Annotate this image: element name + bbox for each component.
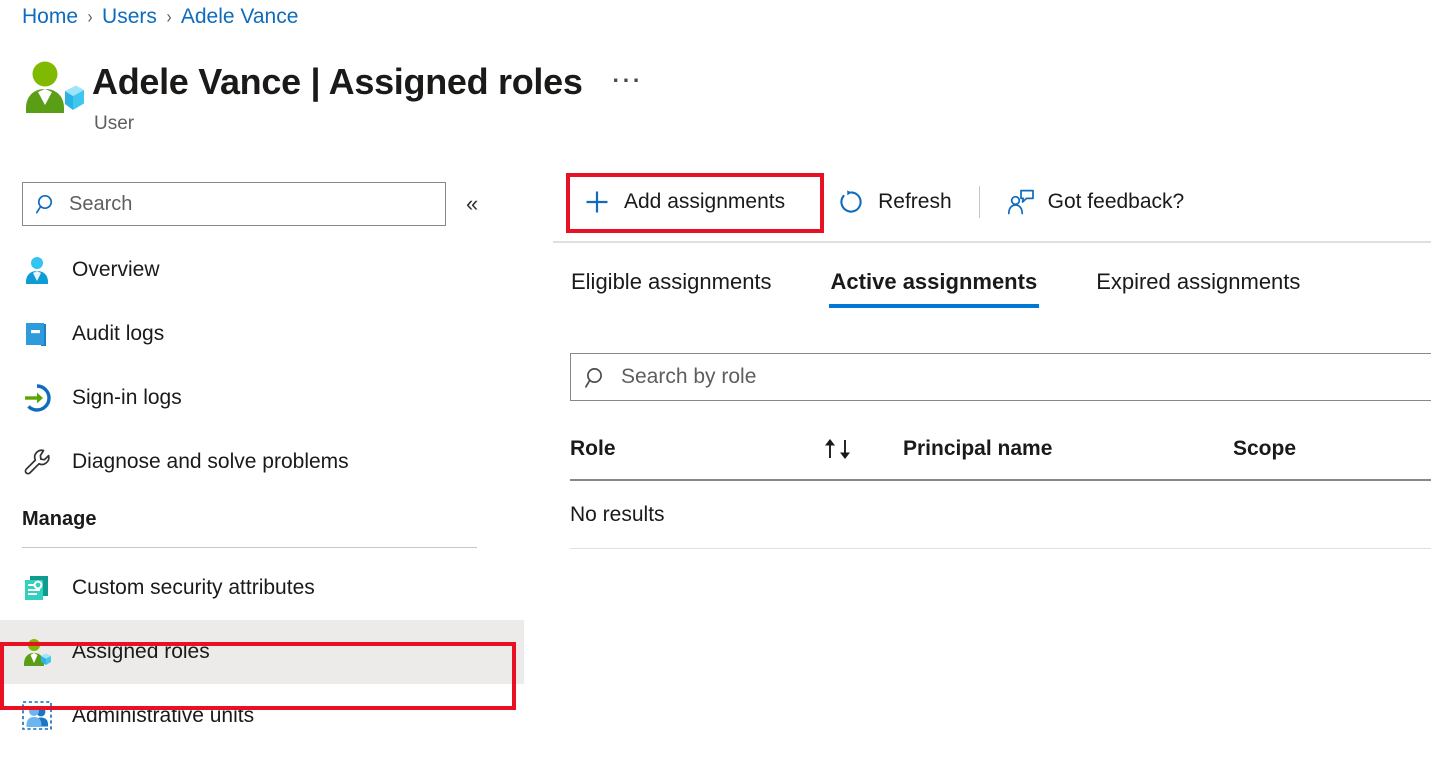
sidebar-search-row: « [22,182,478,226]
breadcrumb-separator-icon: › [166,7,172,27]
table-column-scope[interactable]: Scope [1233,437,1431,461]
add-assignments-label: Add assignments [624,190,786,213]
assignments-table: Role Principal name Scope No results [570,419,1431,549]
sidebar-item-sign-in-logs[interactable]: Sign-in logs [0,366,524,430]
sidebar-item-overview[interactable]: Overview [0,238,524,302]
administrative-units-icon [22,701,56,731]
breadcrumb-item-home[interactable]: Home [22,3,78,31]
breadcrumb-separator-icon: › [87,7,93,27]
more-options-icon[interactable]: ··· [613,56,643,104]
page-title-text: Adele Vance | Assigned roles [92,61,583,102]
sign-in-arrow-icon [22,383,56,413]
sidebar-item-assigned-roles[interactable]: Assigned roles [0,620,524,684]
sidebar-item-audit-logs[interactable]: Audit logs [0,302,524,366]
table-column-role[interactable]: Role [570,436,903,462]
tab-eligible-assignments[interactable]: Eligible assignments [569,259,774,308]
refresh-button[interactable]: Refresh [823,179,966,225]
table-empty-row: No results [570,481,1431,549]
plus-icon [583,188,611,216]
table-column-principal-name[interactable]: Principal name [903,437,1233,461]
sidebar-item-diagnose-and-solve-problems[interactable]: Diagnose and solve problems [0,430,524,494]
role-search-input[interactable] [619,364,1387,390]
book-icon [22,319,56,349]
sidebar-item-label: Custom security attributes [72,576,315,599]
sidebar-item-label: Audit logs [72,322,165,345]
azure-portal-page: Home › Users › Adele Vance Adele Vance |… [0,0,1431,771]
sidebar-item-label: Diagnose and solve problems [72,450,349,473]
sort-updown-icon[interactable] [819,436,859,462]
sidebar-item-label: Administrative units [72,704,255,727]
role-search-box[interactable] [570,353,1431,401]
toolbar-divider [978,186,980,218]
sidebar-search-box[interactable] [22,182,446,226]
breadcrumb-item-users[interactable]: Users [102,3,157,31]
breadcrumb: Home › Users › Adele Vance [22,3,298,31]
sidebar-item-label: Overview [72,258,160,281]
person-feedback-icon [1007,188,1035,216]
got-feedback-label: Got feedback? [1047,190,1185,213]
sidebar: « Overview [0,178,524,771]
sidebar-section-divider [22,547,477,548]
page-header: Adele Vance | Assigned roles ··· User [22,58,643,136]
page-subtitle: User [94,113,135,134]
user-roles-green-icon [22,637,56,667]
sidebar-section-manage: Manage [22,508,97,530]
refresh-label: Refresh [878,190,952,213]
security-attributes-icon [22,573,56,603]
user-blue-icon [22,255,56,285]
refresh-icon [837,188,865,216]
search-icon [35,193,58,215]
page-title: Adele Vance | Assigned roles ··· [92,58,643,110]
tab-active-assignments[interactable]: Active assignments [828,259,1040,308]
add-assignments-button[interactable]: Add assignments [569,179,799,225]
search-icon [585,366,608,389]
sidebar-item-label: Sign-in logs [72,386,182,409]
user-with-cube-icon [22,58,84,116]
main-content: Add assignments Refresh Got feedback? El… [553,163,1431,771]
sidebar-item-custom-security-attributes[interactable]: Custom security attributes [0,556,524,620]
table-header-row: Role Principal name Scope [570,419,1431,481]
sidebar-item-label: Assigned roles [72,640,210,663]
table-column-role-label: Role [570,437,616,460]
table-empty-message: No results [570,502,665,526]
toolbar-bottom-divider [553,241,1431,243]
sidebar-item-administrative-units[interactable]: Administrative units [0,684,524,748]
breadcrumb-item-adele-vance[interactable]: Adele Vance [181,3,299,31]
tab-expired-assignments[interactable]: Expired assignments [1094,259,1302,308]
command-toolbar: Add assignments Refresh Got feedback? [553,163,1431,243]
sidebar-nav-list: Overview Audit logs Sign-in logs Diagnos… [0,238,524,748]
search-input[interactable] [67,191,417,217]
wrench-icon [22,447,56,477]
assignment-tabs: Eligible assignments Active assignments … [569,259,1431,308]
got-feedback-button[interactable]: Got feedback? [993,179,1199,225]
chevron-double-left-icon[interactable]: « [466,193,478,215]
